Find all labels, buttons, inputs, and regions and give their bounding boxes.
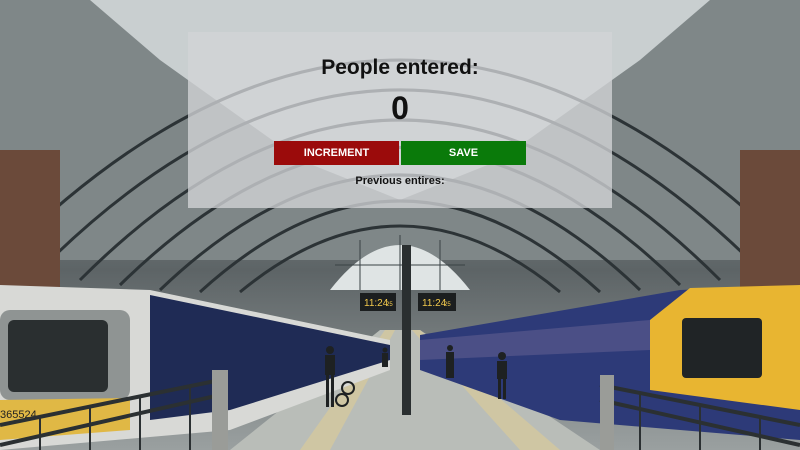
previous-entries-label: Previous entires:: [355, 175, 445, 187]
card-title: People entered:: [321, 56, 479, 79]
increment-button[interactable]: INCREMENT: [274, 141, 399, 165]
clock-left-time: 11:24: [364, 298, 389, 309]
clock-right-seconds: 25: [444, 302, 451, 308]
counter-card: People entered: 0 INCREMENT SAVE Previou…: [188, 32, 612, 208]
clock-right-time: 11:24: [422, 298, 447, 309]
save-button[interactable]: SAVE: [401, 141, 526, 165]
clock-left-seconds: 25: [386, 302, 393, 308]
people-count: 0: [391, 90, 409, 126]
